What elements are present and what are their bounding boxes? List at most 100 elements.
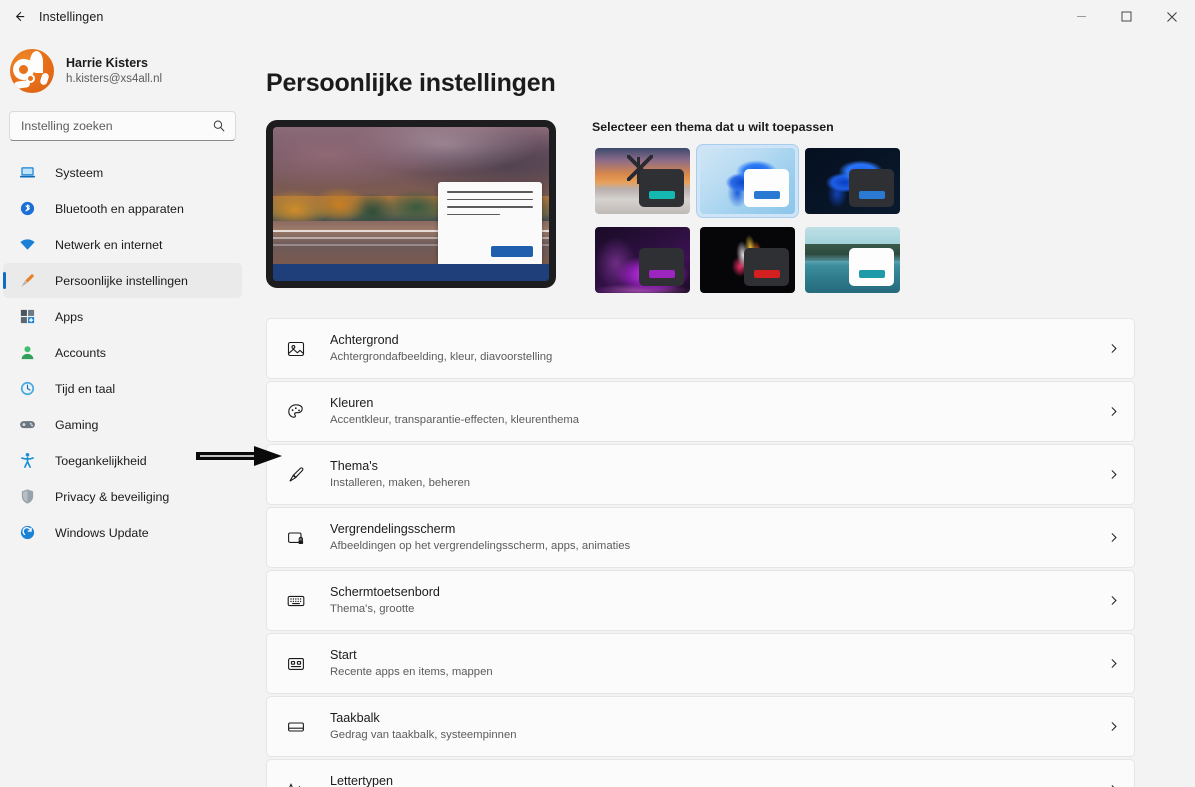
fonts-aa-icon [285,779,307,787]
sidebar-item-gaming[interactable]: Gaming [3,407,242,442]
sidebar-label: Netwerk en internet [55,237,163,252]
personalization-top-area: Selecteer een thema dat u wilt toepassen [266,120,1195,296]
sidebar-label: Windows Update [55,525,149,540]
chevron-right-icon [1107,468,1120,481]
maximize-button[interactable] [1104,0,1149,33]
theme-option-lake-teal[interactable] [802,224,903,296]
sidebar-label: Toegankelijkheid [55,453,147,468]
start-menu-icon [285,653,307,675]
row-title: Achtergrond [330,332,399,347]
theme-option-purple-glow[interactable] [592,224,693,296]
sidebar-item-tijd-en-taal[interactable]: Tijd en taal [3,371,242,406]
maximize-icon [1121,11,1132,22]
back-button[interactable] [2,3,36,31]
close-button[interactable] [1149,0,1195,33]
image-icon [285,338,307,360]
lock-screen-icon [285,527,307,549]
row-title: Kleuren [330,395,374,410]
desktop-preview-monitor [266,120,556,288]
minimize-icon [1077,16,1086,17]
apps-grid-icon [18,307,37,326]
sidebar-item-windows-update[interactable]: Windows Update [3,515,242,550]
row-title: Taakbalk [330,710,380,725]
accessibility-icon [18,451,37,470]
theme-option-windows-dark[interactable] [802,145,903,217]
settings-row-achtergrond[interactable]: Achtergrond Achtergrondafbeelding, kleur… [266,318,1135,379]
account-profile[interactable]: Harrie Kisters h.kisters@xs4all.nl [0,37,248,97]
account-email: h.kisters@xs4all.nl [66,73,163,86]
sidebar-label: Gaming [55,417,99,432]
row-title: Thema's [330,458,378,473]
search-input[interactable]: Instelling zoeken [9,111,236,141]
settings-row-kleuren[interactable]: Kleuren Accentkleur, transparantie-effec… [266,381,1135,442]
paintbrush-icon [18,271,37,290]
account-name: Harrie Kisters [66,55,148,70]
window-body: Harrie Kisters h.kisters@xs4all.nl Inste… [0,33,1195,787]
sidebar-label: Bluetooth en apparaten [55,201,184,216]
back-arrow-icon [15,11,24,22]
chevron-right-icon [1107,783,1120,787]
theme-selector-heading: Selecteer een thema dat u wilt toepassen [592,120,834,134]
wifi-icon [18,235,37,254]
row-title: Schermtoetsenbord [330,584,440,599]
settings-row-vergrendelingsscherm[interactable]: Vergrendelingsscherm Afbeeldingen op het… [266,507,1135,568]
chevron-right-icon [1107,720,1120,733]
settings-row-start[interactable]: Start Recente apps en items, mappen [266,633,1135,694]
sidebar-item-persoonlijke-instellingen[interactable]: Persoonlijke instellingen [3,263,242,298]
row-subtitle: Thema's, grootte [330,603,415,616]
user-avatar [10,49,54,93]
sidebar-label: Persoonlijke instellingen [55,273,188,288]
search-icon [212,119,226,133]
paintbrush-icon [285,464,307,486]
sidebar-item-privacy-beveiliging[interactable]: Privacy & beveiliging [3,479,242,514]
gamepad-icon [18,415,37,434]
sidebar-item-systeem[interactable]: Systeem [3,155,242,190]
row-subtitle: Gedrag van taakbalk, systeempinnen [330,729,517,742]
sidebar-label: Privacy & beveiliging [55,489,170,504]
preview-taskbar [273,264,549,281]
row-title: Vergrendelingsscherm [330,521,456,536]
theme-grid [592,144,1195,296]
minimize-button[interactable] [1059,0,1104,33]
person-icon [18,343,37,362]
sidebar-label: Tijd en taal [55,381,116,396]
sidebar-item-apps[interactable]: Apps [3,299,242,334]
preview-screen [273,127,549,281]
sidebar-item-bluetooth-en-apparaten[interactable]: Bluetooth en apparaten [3,191,242,226]
search-placeholder: Instelling zoeken [21,119,113,133]
row-subtitle: Afbeeldingen op het vergrendelingsscherm… [330,540,631,553]
sidebar-label: Systeem [55,165,104,180]
taskbar-icon [285,716,307,738]
row-title: Lettertypen [330,773,394,787]
settings-row-taakbalk[interactable]: Taakbalk Gedrag van taakbalk, systeempin… [266,696,1135,757]
preview-dialog-button [491,246,533,258]
sidebar-label: Apps [55,309,84,324]
page-title: Persoonlijke instellingen [266,69,556,97]
settings-row-themas[interactable]: Thema's Installeren, maken, beheren [266,444,1135,505]
chevron-right-icon [1107,657,1120,670]
chevron-right-icon [1107,594,1120,607]
theme-option-windmill-sunset[interactable] [592,145,693,217]
window-controls [1059,0,1195,33]
row-subtitle: Achtergrondafbeelding, kleur, diavoorste… [330,351,553,364]
settings-row-schermtoetsenbord[interactable]: Schermtoetsenbord Thema's, grootte [266,570,1135,631]
keyboard-icon [285,590,307,612]
theme-option-windows-light[interactable] [696,144,799,218]
laptop-icon [18,163,37,182]
main-content: Persoonlijke instellingen Selecteer een … [248,33,1195,787]
settings-window: Instellingen Harrie Kisters h.kisters@xs… [0,0,1195,787]
sidebar-item-netwerk-en-internet[interactable]: Netwerk en internet [3,227,242,262]
window-title: Instellingen [39,9,104,24]
update-refresh-icon [18,523,37,542]
settings-row-lettertypen[interactable]: Lettertypen Installeren, beheren [266,759,1135,787]
sidebar-item-accounts[interactable]: Accounts [3,335,242,370]
theme-option-flower-dark[interactable] [697,224,798,296]
preview-dialog-window [438,182,542,267]
shield-icon [18,487,37,506]
chevron-right-icon [1107,342,1120,355]
close-icon [1167,11,1177,22]
palette-icon [285,401,307,423]
row-subtitle: Installeren, maken, beheren [330,477,471,490]
sidebar-nav: Systeem Bluetooth en apparaten Netwerk e… [0,155,248,550]
sidebar-item-toegankelijkheid[interactable]: Toegankelijkheid [3,443,242,478]
